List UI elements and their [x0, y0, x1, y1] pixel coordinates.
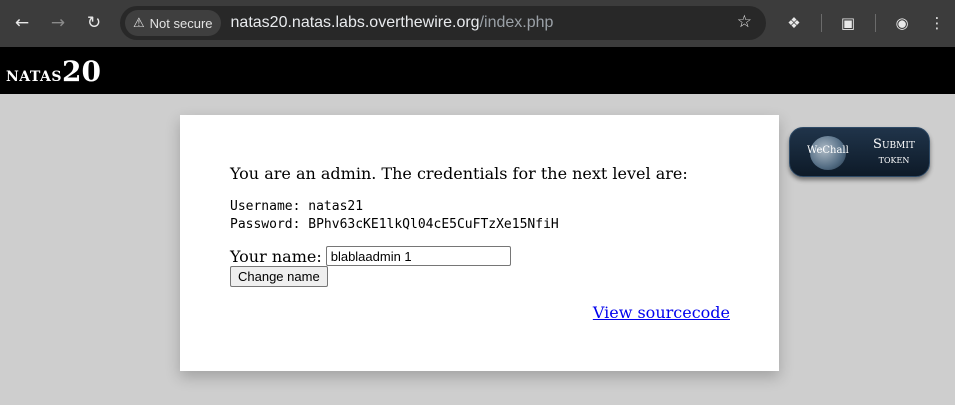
change-name-button[interactable]: Change name	[230, 266, 328, 287]
star-icon[interactable]: ☆	[737, 12, 752, 32]
submit-token-line1: Submit	[873, 137, 915, 152]
warning-icon: ⚠	[133, 15, 145, 30]
kebab-menu-icon[interactable]: ⋮	[924, 10, 950, 36]
view-sourcecode-link[interactable]: View sourcecode	[593, 303, 730, 322]
browser-toolbar: ← → ↻ ⚠ Not secure natas20.natas.labs.ov…	[0, 0, 955, 47]
site-title-word: natas	[6, 62, 63, 86]
toolbar-divider	[875, 14, 876, 32]
submit-token-line2: token	[878, 153, 910, 166]
name-input[interactable]	[325, 246, 511, 266]
wechall-logo-text: WeChall	[807, 145, 849, 156]
security-chip[interactable]: ⚠ Not secure	[125, 10, 221, 36]
profile-icon[interactable]: ◉	[889, 10, 915, 36]
tab-search-icon[interactable]: ▣	[835, 10, 861, 36]
back-arrow-icon[interactable]: ←	[9, 10, 35, 36]
name-label: Your name:	[230, 246, 322, 266]
toolbar-divider	[821, 14, 822, 32]
url-host: natas20.natas.labs.overthewire.org	[230, 14, 480, 31]
url-text[interactable]: natas20.natas.labs.overthewire.org/index…	[231, 14, 554, 32]
forward-arrow-icon[interactable]: →	[45, 10, 71, 36]
site-header: natas20	[0, 47, 955, 94]
submit-token-label: Submit token	[866, 137, 922, 167]
name-form-row: Your name:	[230, 246, 511, 266]
security-label: Not secure	[149, 15, 213, 31]
extensions-icon[interactable]: ❖	[781, 10, 807, 36]
admin-message: You are an admin. The credentials for th…	[230, 164, 688, 183]
submit-token-button[interactable]: WeChall Submit token	[789, 127, 930, 177]
content-panel: You are an admin. The credentials for th…	[180, 115, 779, 371]
site-title: natas20	[6, 55, 101, 88]
reload-icon[interactable]: ↻	[81, 10, 107, 36]
address-bar[interactable]: ⚠ Not secure natas20.natas.labs.overthew…	[120, 6, 766, 40]
site-title-number: 20	[62, 55, 101, 88]
url-path: /index.php	[479, 14, 554, 31]
credentials-block: Username: natas21 Password: BPhv63cKE1lk…	[230, 199, 559, 232]
